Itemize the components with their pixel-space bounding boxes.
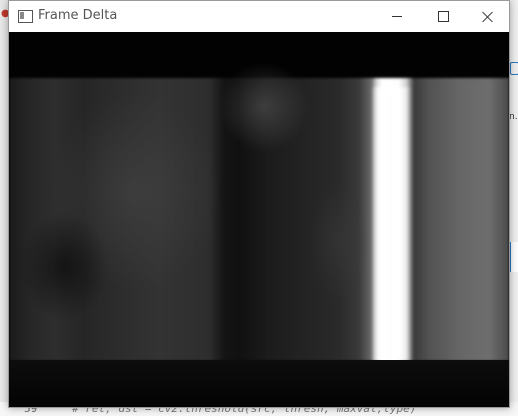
minimize-icon — [392, 16, 402, 17]
image-shade-region — [219, 62, 309, 152]
close-button[interactable] — [465, 1, 511, 32]
image-bright-streak — [371, 87, 411, 365]
frame-delta-image — [9, 32, 509, 407]
editor-left-gutter: ● — [0, 0, 10, 416]
app-window-icon[interactable] — [18, 10, 33, 23]
frame-delta-window[interactable]: Frame Delta — [8, 0, 510, 408]
maximize-button[interactable] — [420, 1, 466, 32]
window-titlebar[interactable]: Frame Delta — [9, 1, 509, 32]
close-icon — [482, 11, 494, 23]
image-shade-region — [19, 212, 109, 322]
image-shade-region — [309, 182, 369, 302]
panel-tab-icon[interactable] — [510, 62, 518, 75]
image-bottom-band — [9, 360, 509, 407]
minimize-button[interactable] — [374, 1, 420, 32]
editor-right-text: n. — [509, 112, 518, 122]
maximize-icon — [437, 11, 449, 22]
side-panel-edge — [510, 242, 518, 272]
window-title: Frame Delta — [38, 8, 118, 23]
